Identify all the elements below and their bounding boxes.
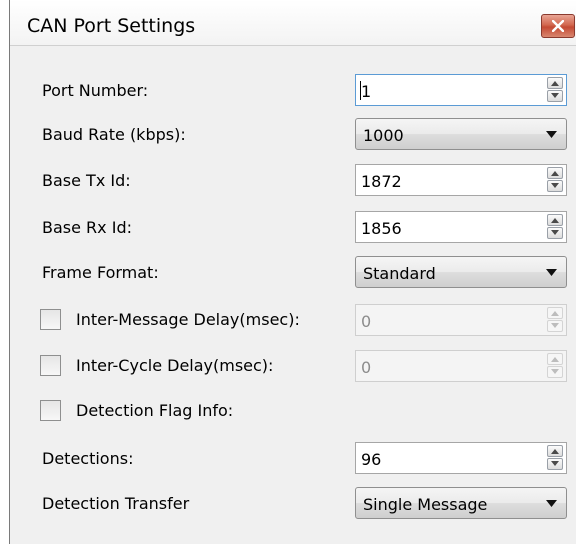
port-number-spin-up[interactable] bbox=[547, 77, 563, 89]
chevron-down-icon bbox=[551, 230, 559, 235]
baud-rate-select[interactable]: 1000 bbox=[355, 118, 567, 150]
detection-flag-info-label: Detection Flag Info: bbox=[76, 401, 234, 420]
base-tx-id-spin-down[interactable] bbox=[547, 180, 563, 192]
detection-transfer-label: Detection Transfer bbox=[42, 494, 190, 513]
port-number-input[interactable]: 1 bbox=[355, 74, 567, 106]
base-tx-id-input[interactable]: 1872 bbox=[355, 164, 567, 196]
frame-format-select[interactable]: Standard bbox=[355, 256, 567, 288]
inter-message-delay-spinner bbox=[547, 307, 563, 333]
base-tx-id-value: 1872 bbox=[361, 172, 402, 191]
base-rx-id-value: 1856 bbox=[361, 219, 402, 238]
base-rx-id-spinner bbox=[547, 214, 563, 240]
baud-rate-value: 1000 bbox=[363, 126, 404, 145]
dropdown-arrow-icon bbox=[546, 131, 557, 138]
port-number-spin-down[interactable] bbox=[547, 90, 563, 102]
chevron-up-icon bbox=[551, 218, 559, 223]
detection-flag-info-checkbox[interactable] bbox=[40, 400, 61, 421]
inter-cycle-delay-checkbox[interactable] bbox=[40, 355, 61, 376]
base-rx-id-spin-up[interactable] bbox=[547, 214, 563, 226]
close-x-icon bbox=[552, 20, 564, 32]
inter-message-delay-spin-up[interactable] bbox=[547, 307, 563, 319]
base-tx-id-spinner bbox=[547, 167, 563, 193]
inter-message-delay-label: Inter-Message Delay(msec): bbox=[76, 310, 300, 329]
inter-message-delay-value: 0 bbox=[361, 312, 372, 331]
inter-cycle-delay-value: 0 bbox=[361, 358, 372, 377]
dialog-title: CAN Port Settings bbox=[27, 15, 196, 37]
chevron-up-icon bbox=[551, 449, 559, 454]
chevron-up-icon bbox=[551, 357, 559, 362]
port-number-label: Port Number: bbox=[42, 81, 149, 100]
base-rx-id-label: Base Rx Id: bbox=[42, 218, 132, 237]
detections-spinner bbox=[547, 445, 563, 471]
chevron-up-icon bbox=[551, 171, 559, 176]
inter-cycle-delay-spin-down[interactable] bbox=[547, 366, 563, 378]
inter-cycle-delay-spinner bbox=[547, 353, 563, 379]
port-number-spinner bbox=[547, 77, 563, 103]
inter-cycle-delay-input[interactable]: 0 bbox=[355, 350, 567, 382]
base-tx-id-spin-up[interactable] bbox=[547, 167, 563, 179]
base-rx-id-spin-down[interactable] bbox=[547, 227, 563, 239]
base-tx-id-label: Base Tx Id: bbox=[42, 171, 131, 190]
frame-format-label: Frame Format: bbox=[42, 263, 159, 282]
chevron-down-icon bbox=[551, 93, 559, 98]
inter-message-delay-checkbox[interactable] bbox=[40, 309, 61, 330]
detections-spin-down[interactable] bbox=[547, 458, 563, 470]
detections-input[interactable]: 96 bbox=[355, 442, 567, 474]
chevron-down-icon bbox=[551, 323, 559, 328]
chevron-up-icon bbox=[551, 311, 559, 316]
inter-cycle-delay-label: Inter-Cycle Delay(msec): bbox=[76, 356, 274, 375]
detection-transfer-value: Single Message bbox=[363, 495, 488, 514]
dropdown-arrow-icon bbox=[546, 269, 557, 276]
chevron-down-icon bbox=[551, 369, 559, 374]
title-bar: CAN Port Settings bbox=[10, 0, 576, 46]
frame-format-value: Standard bbox=[363, 264, 436, 283]
detections-spin-up[interactable] bbox=[547, 445, 563, 457]
inter-cycle-delay-spin-up[interactable] bbox=[547, 353, 563, 365]
detections-label: Detections: bbox=[42, 449, 134, 468]
chevron-down-icon bbox=[551, 183, 559, 188]
detections-value: 96 bbox=[361, 450, 382, 469]
chevron-up-icon bbox=[551, 81, 559, 86]
port-number-value: 1 bbox=[361, 82, 372, 101]
dropdown-arrow-icon bbox=[546, 500, 557, 507]
detection-transfer-select[interactable]: Single Message bbox=[355, 487, 567, 519]
chevron-down-icon bbox=[551, 461, 559, 466]
close-button[interactable] bbox=[541, 14, 575, 38]
inter-message-delay-spin-down[interactable] bbox=[547, 320, 563, 332]
base-rx-id-input[interactable]: 1856 bbox=[355, 211, 567, 243]
can-port-settings-dialog: CAN Port Settings Port Number: 1 Baud Ra… bbox=[9, 0, 576, 544]
baud-rate-label: Baud Rate (kbps): bbox=[42, 125, 186, 144]
inter-message-delay-input[interactable]: 0 bbox=[355, 304, 567, 336]
